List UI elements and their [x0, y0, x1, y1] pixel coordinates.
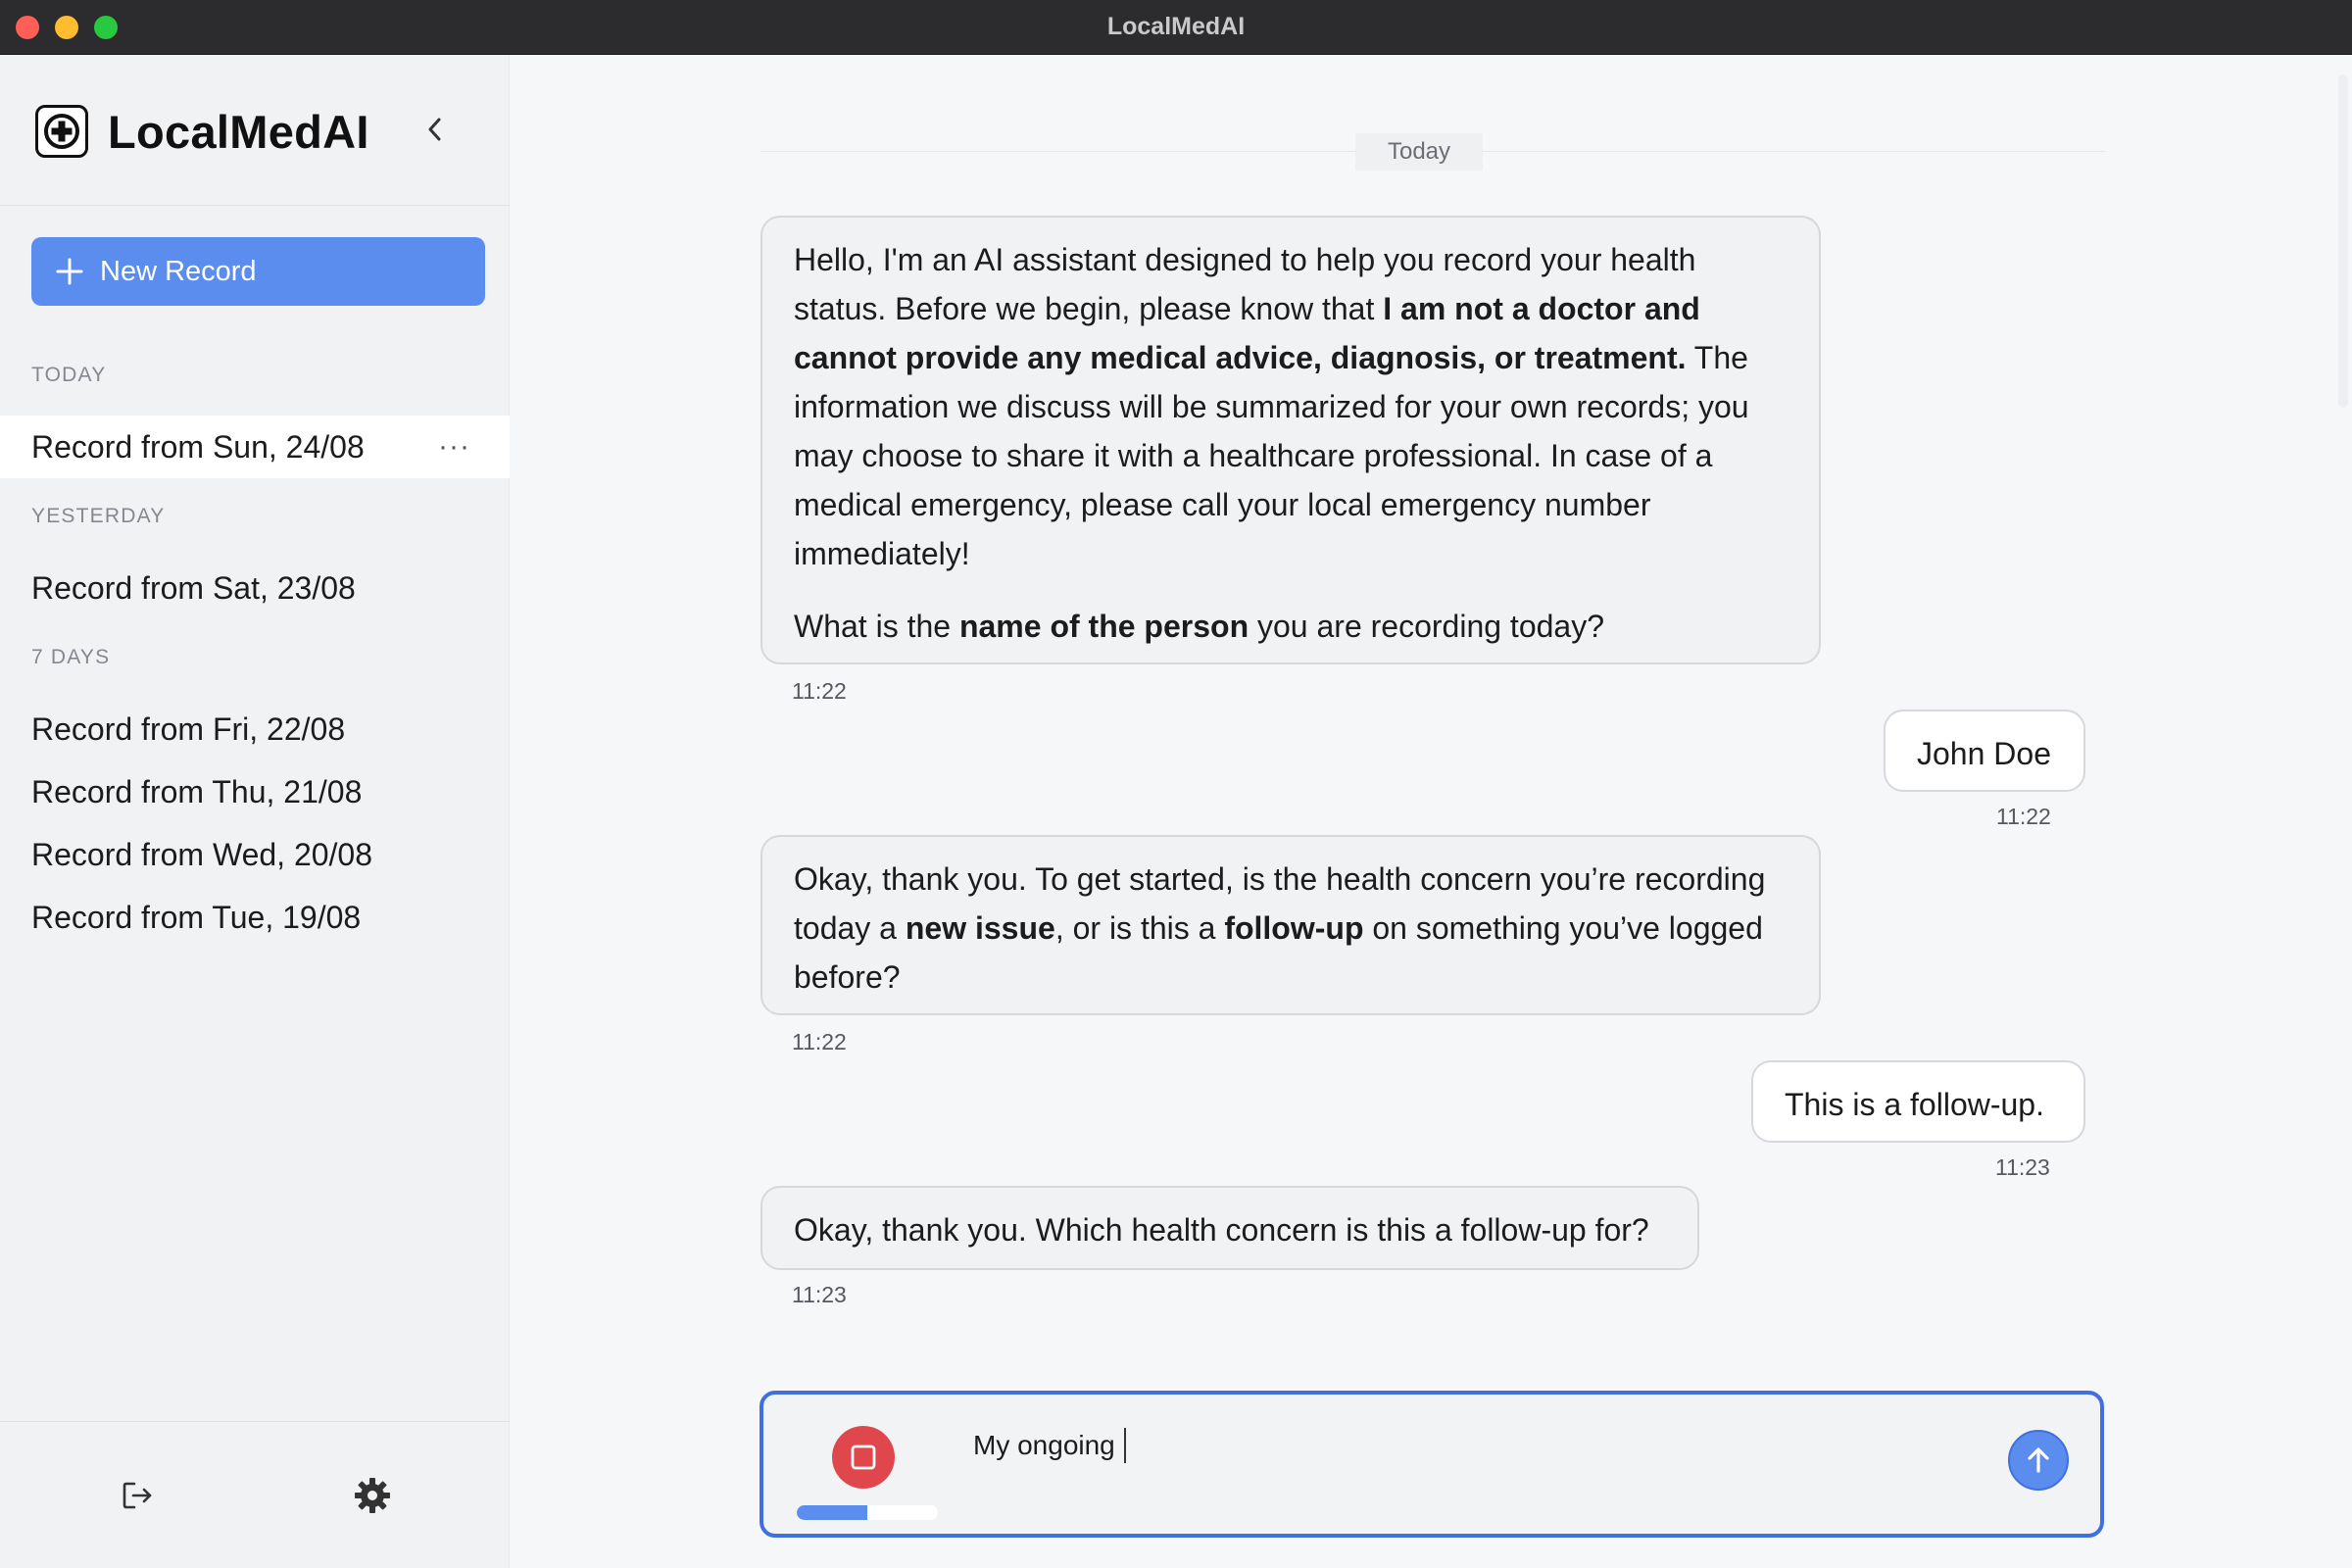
gear-icon [355, 1478, 390, 1513]
text-caret [1124, 1428, 1126, 1463]
section-label-yesterday: YESTERDAY [31, 505, 166, 527]
title-bar: LocalMedAI [0, 0, 2352, 55]
send-button[interactable] [2008, 1430, 2069, 1491]
recording-level-fill [797, 1505, 867, 1520]
stop-icon [851, 1445, 876, 1470]
sidebar: LocalMedAI New Record TODAY Record from … [0, 55, 510, 1568]
new-record-label: New Record [100, 255, 257, 287]
message-text: , or is this a [1054, 910, 1225, 946]
message-timestamp: 11:23 [792, 1282, 847, 1307]
record-item-label: Record from Fri, 22/08 [31, 711, 346, 747]
stop-recording-button[interactable] [832, 1426, 895, 1489]
message-timestamp: 11:22 [792, 678, 847, 704]
record-item-label: Record from Tue, 19/08 [31, 900, 362, 935]
section-label-7-days: 7 DAYS [31, 646, 111, 668]
new-record-button[interactable]: New Record [31, 237, 485, 306]
message-input[interactable] [973, 1422, 1992, 1469]
logout-button[interactable] [114, 1472, 161, 1519]
message-timestamp: 11:22 [1996, 804, 2051, 829]
assistant-message: Okay, thank you. Which health concern is… [760, 1186, 1699, 1270]
record-item-label: Record from Wed, 20/08 [31, 837, 373, 872]
record-item[interactable]: Record from Wed, 20/08 [0, 823, 510, 886]
record-item-active[interactable]: Record from Sun, 24/08 ··· [0, 416, 510, 478]
collapse-sidebar-button[interactable] [419, 110, 451, 149]
assistant-message: Okay, thank you. To get started, is the … [760, 835, 1821, 1015]
brand-name: LocalMedAI [108, 105, 369, 158]
record-item-label: Record from Thu, 21/08 [31, 774, 363, 809]
message-text: you are recording today? [1249, 609, 1604, 644]
message-timestamp: 11:23 [1995, 1154, 2050, 1180]
record-item[interactable]: Record from Tue, 19/08 [0, 886, 510, 949]
recording-level-bar [797, 1505, 938, 1520]
assistant-message: Hello, I'm an AI assistant designed to h… [760, 216, 1821, 664]
plus-icon [55, 257, 84, 286]
message-timestamp: 11:22 [792, 1029, 847, 1054]
chevron-left-icon [428, 118, 441, 141]
message-composer [760, 1391, 2104, 1538]
date-separator: Today [1355, 133, 1483, 171]
record-item-label: Record from Sun, 24/08 [31, 429, 365, 465]
sidebar-divider [0, 205, 510, 206]
record-item-label: Record from Sat, 23/08 [31, 570, 356, 606]
message-text: John Doe [1917, 736, 2051, 771]
message-bold-text: follow-up [1224, 910, 1364, 946]
record-item[interactable]: Record from Sat, 23/08 [0, 557, 510, 619]
sidebar-footer-divider [0, 1421, 510, 1422]
message-text: What is the [794, 609, 959, 644]
app-window: LocalMedAI LocalMedAI New Record TODAY R… [0, 0, 2352, 1568]
user-message: John Doe [1884, 710, 2085, 792]
message-text: Okay, thank you. Which health concern is… [794, 1212, 1649, 1248]
chat-scrollbar[interactable] [2338, 74, 2348, 408]
message-bold-text: name of the person [958, 609, 1250, 644]
logout-icon [122, 1482, 152, 1509]
message-bold-text: new issue [905, 910, 1055, 946]
record-item[interactable]: Record from Fri, 22/08 [0, 698, 510, 760]
message-text: This is a follow-up. [1785, 1087, 2044, 1122]
medical-cross-icon [35, 105, 88, 158]
section-label-today: TODAY [31, 364, 107, 386]
brand: LocalMedAI [35, 102, 369, 161]
settings-button[interactable] [349, 1472, 396, 1519]
arrow-up-icon [2028, 1447, 2049, 1473]
window-title: LocalMedAI [1106, 13, 1246, 40]
user-message: This is a follow-up. [1751, 1060, 2085, 1143]
more-options-icon[interactable]: ··· [438, 416, 470, 478]
chat-area: Today Hello, I'm an AI assistant designe… [511, 55, 2352, 1568]
record-item[interactable]: Record from Thu, 21/08 [0, 760, 510, 823]
